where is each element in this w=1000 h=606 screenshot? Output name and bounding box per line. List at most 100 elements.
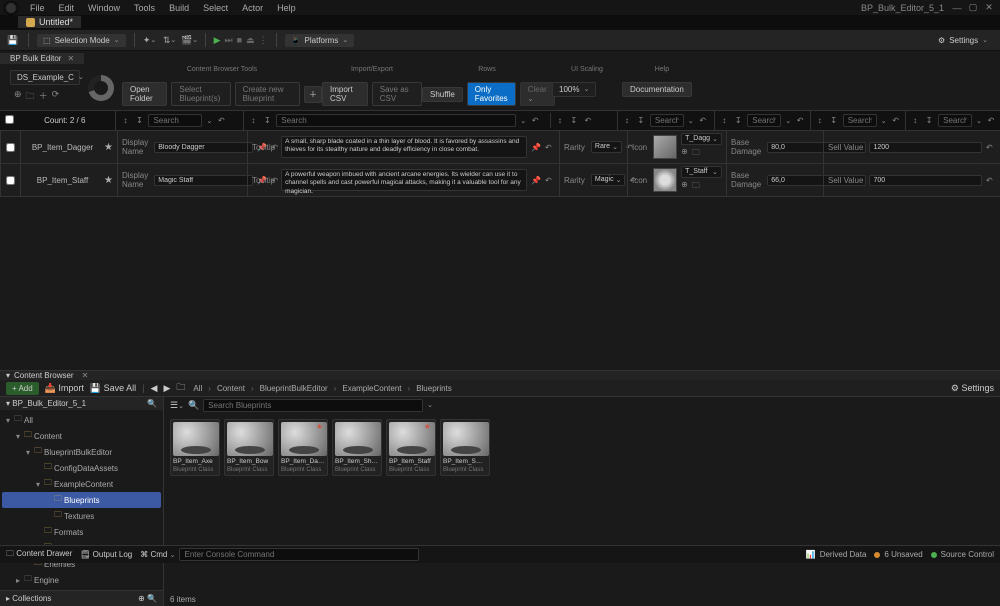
asset-tile[interactable]: BP_Item_ShieldBlueprint Class bbox=[332, 419, 382, 476]
row-checkbox[interactable] bbox=[6, 143, 15, 152]
settings-dropdown[interactable]: ⚙Settings⌄ bbox=[932, 34, 994, 47]
reset-icon[interactable]: ↶ bbox=[216, 116, 226, 125]
filter-icon[interactable]: ☰⌄ bbox=[170, 400, 184, 411]
import-button[interactable]: 📥 Import bbox=[45, 383, 84, 394]
sort-icon[interactable]: ↕ bbox=[248, 116, 258, 125]
unsaved-status[interactable]: 6 Unsaved bbox=[874, 550, 922, 559]
menu-file[interactable]: File bbox=[24, 2, 51, 14]
shuffle-button[interactable]: Shuffle bbox=[422, 87, 463, 102]
search-input[interactable] bbox=[650, 114, 684, 127]
history-back-icon[interactable]: ◀ bbox=[151, 383, 158, 394]
sort-icon[interactable]: ↕ bbox=[622, 116, 632, 125]
cinematics-icon[interactable]: 🎬⌄ bbox=[183, 33, 197, 47]
rarity-dropdown[interactable]: Rare⌄ bbox=[591, 141, 622, 153]
pin-icon[interactable]: 📌 bbox=[531, 143, 541, 152]
tree-item[interactable]: ▸🗀Engine bbox=[2, 572, 161, 588]
play-icon[interactable]: ▶ bbox=[214, 35, 221, 46]
tree-item[interactable]: ▾🗀ExampleContent bbox=[2, 476, 161, 492]
search-input[interactable] bbox=[747, 114, 781, 127]
search-icon[interactable]: 🔍 bbox=[147, 594, 157, 603]
asset-tile[interactable]: BP_Item_SwordBlueprint Class bbox=[440, 419, 490, 476]
search-input[interactable] bbox=[276, 114, 516, 127]
display-name-input[interactable] bbox=[154, 142, 253, 153]
tree-item[interactable]: 🗀Formats bbox=[2, 524, 161, 540]
search-input[interactable] bbox=[843, 114, 877, 127]
breadcrumb-segment[interactable]: Blueprints bbox=[414, 384, 454, 393]
browse-icon[interactable]: ⊕ bbox=[681, 180, 688, 194]
search-input[interactable] bbox=[938, 114, 972, 127]
tree-item[interactable]: 🗀ConfigDataAssets bbox=[2, 460, 161, 476]
pin-icon[interactable]: 📌 bbox=[531, 176, 541, 185]
add-icon[interactable]: ＋ bbox=[39, 89, 48, 105]
tooltip-input[interactable]: A small, sharp blade coated in a thin la… bbox=[281, 136, 527, 158]
tab-bp-bulk-editor[interactable]: BP Bulk Editor✕ bbox=[0, 53, 84, 64]
folder-icon[interactable]: 🗀 bbox=[692, 180, 700, 194]
platforms-dropdown[interactable]: 📱Platforms⌄ bbox=[285, 34, 355, 47]
console-input[interactable] bbox=[179, 548, 419, 561]
sort-icon[interactable]: ↧ bbox=[134, 116, 144, 125]
search-history-dropdown[interactable]: ⌄ bbox=[427, 401, 433, 409]
menu-tools[interactable]: Tools bbox=[128, 2, 161, 14]
display-name-input[interactable] bbox=[154, 175, 253, 186]
search-icon[interactable]: 🔍 bbox=[147, 399, 157, 408]
browse-icon[interactable]: ⊕ bbox=[681, 147, 688, 161]
select-all-checkbox[interactable] bbox=[5, 115, 14, 124]
select-blueprints-button[interactable]: Select Blueprint(s) bbox=[171, 82, 230, 106]
save-icon[interactable]: 💾 bbox=[6, 33, 20, 47]
menu-help[interactable]: Help bbox=[271, 2, 302, 14]
search-input[interactable] bbox=[148, 114, 202, 127]
tree-item[interactable]: ▾🗀All bbox=[2, 412, 161, 428]
ui-scale-dropdown[interactable]: 100%⌄ bbox=[552, 82, 596, 97]
breadcrumb[interactable]: All›Content›BlueprintBulkEditor›ExampleC… bbox=[191, 384, 453, 393]
favorite-icon[interactable]: ★ bbox=[104, 142, 113, 153]
breadcrumb-segment[interactable]: Content bbox=[215, 384, 247, 393]
save-csv-button[interactable]: Save as CSV bbox=[372, 82, 422, 106]
close-tab-icon[interactable]: ✕ bbox=[67, 54, 74, 63]
marketplace-icon[interactable]: ⇅⌄ bbox=[163, 33, 177, 47]
refresh-icon[interactable]: ⟳ bbox=[52, 89, 60, 105]
breadcrumb-segment[interactable]: ExampleContent bbox=[340, 384, 403, 393]
sort-icon[interactable]: ↧ bbox=[262, 116, 272, 125]
play-options-icon[interactable]: ⋮ bbox=[259, 35, 268, 46]
asset-tile[interactable]: BP_Item_BowBlueprint Class bbox=[224, 419, 274, 476]
output-log-button[interactable]: 🗒 Output Log bbox=[80, 550, 132, 559]
add-content-icon[interactable]: ✦⌄ bbox=[143, 33, 157, 47]
documentation-button[interactable]: Documentation bbox=[622, 82, 692, 97]
minimize-icon[interactable]: — bbox=[950, 3, 964, 13]
rarity-dropdown[interactable]: Magic⌄ bbox=[591, 174, 626, 186]
folder-icon[interactable]: 🗀 bbox=[692, 147, 700, 161]
data-source-dropdown[interactable]: DS_Example_C⌄ bbox=[10, 70, 80, 85]
icon-thumbnail[interactable] bbox=[653, 135, 677, 159]
tree-item[interactable]: 🗀Textures bbox=[2, 508, 161, 524]
icon-asset-dropdown[interactable]: T_Staff⌄ bbox=[681, 166, 722, 178]
source-control-status[interactable]: Source Control bbox=[931, 550, 994, 559]
close-icon[interactable]: ✕ bbox=[982, 2, 996, 13]
eject-icon[interactable]: ⏏ bbox=[246, 35, 255, 46]
import-csv-button[interactable]: Import CSV bbox=[322, 82, 368, 106]
asset-tile[interactable]: BP_Item_DaggerBlueprint Class bbox=[278, 419, 328, 476]
tooltip-input[interactable]: A powerful weapon imbued with ancient ar… bbox=[281, 169, 527, 191]
clear-button[interactable]: Clear ⌄ bbox=[520, 82, 555, 106]
selection-mode-dropdown[interactable]: ⬚Selection Mode⌄ bbox=[37, 34, 126, 47]
reset-icon[interactable]: ↶ bbox=[530, 116, 540, 125]
save-all-button[interactable]: 💾 Save All bbox=[90, 383, 136, 394]
content-drawer-button[interactable]: 🗀 Content Drawer bbox=[6, 548, 72, 562]
tab-untitled[interactable]: Untitled* bbox=[18, 16, 81, 28]
settings-button[interactable]: ⚙ Settings bbox=[951, 383, 994, 394]
menu-window[interactable]: Window bbox=[82, 2, 126, 14]
open-folder-button[interactable]: Open Folder bbox=[122, 82, 167, 106]
breadcrumb-segment[interactable]: All bbox=[191, 384, 204, 393]
folder-icon[interactable]: 🗀 bbox=[176, 380, 185, 396]
tree-item[interactable]: ▾🗀BlueprintBulkEditor bbox=[2, 444, 161, 460]
tree-item[interactable]: ▾🗀Content bbox=[2, 428, 161, 444]
breadcrumb-segment[interactable]: BlueprintBulkEditor bbox=[258, 384, 330, 393]
sell-value-input[interactable] bbox=[869, 142, 982, 153]
asset-tile[interactable]: BP_Item_AxeBlueprint Class bbox=[170, 419, 220, 476]
derived-data-status[interactable]: 📊 Derived Data bbox=[806, 550, 867, 559]
close-panel-icon[interactable]: ✕ bbox=[82, 371, 89, 380]
add-button[interactable]: + Add bbox=[6, 382, 39, 395]
favorite-icon[interactable]: ★ bbox=[104, 175, 113, 186]
browse-icon[interactable]: ⊕ bbox=[14, 89, 22, 105]
icon-asset-dropdown[interactable]: T_Dagg⌄ bbox=[681, 133, 722, 145]
collections-label[interactable]: Collections bbox=[12, 594, 51, 603]
